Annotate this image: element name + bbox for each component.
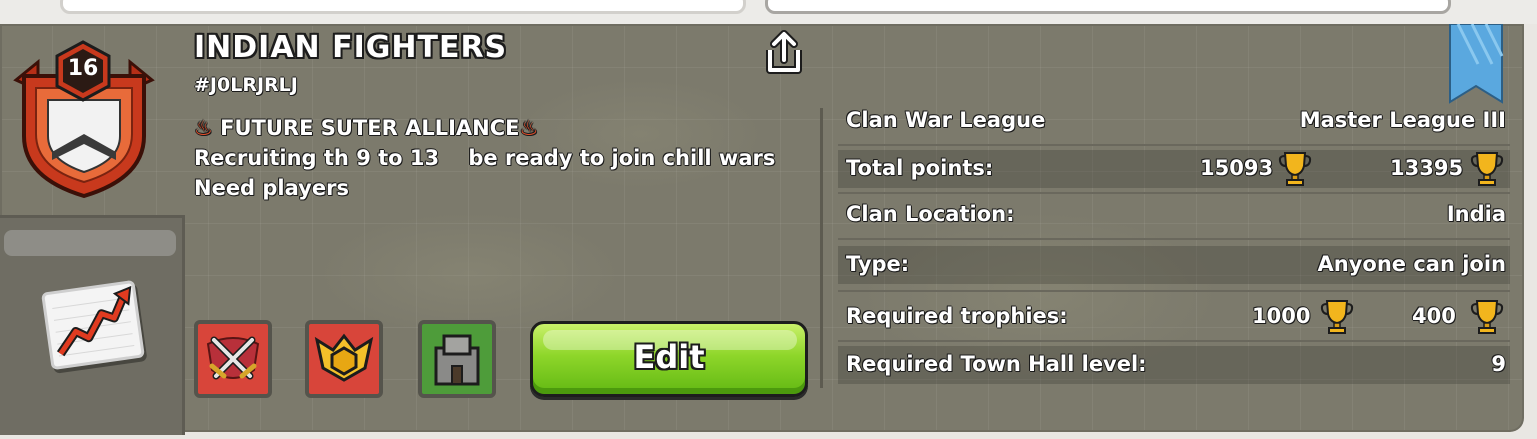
location-value: India — [1446, 202, 1506, 226]
tab-left[interactable] — [60, 0, 746, 14]
clan-war-league-button[interactable] — [305, 320, 383, 398]
description-line-2: Recruiting th 9 to 13 be ready to join c… — [194, 146, 776, 170]
column-divider — [820, 108, 823, 388]
required-trophies-row: Required trophies: 1000 400 — [838, 298, 1510, 336]
sidebar-bar — [4, 230, 176, 256]
clan-tag[interactable]: #J0LRJRLJ — [194, 74, 298, 96]
edit-button-label: Edit — [633, 338, 705, 376]
row-separator — [838, 144, 1510, 146]
required-trophies-builder: 400 — [1412, 304, 1456, 328]
trophy-icon — [1278, 150, 1312, 188]
row-separator — [838, 340, 1510, 342]
trend-chart-icon[interactable] — [41, 279, 145, 371]
top-bar — [0, 0, 1537, 24]
location-label: Clan Location: — [846, 202, 1015, 226]
share-icon[interactable] — [762, 30, 806, 76]
clan-level-hexagon: 16 — [54, 40, 112, 102]
total-points-row: Total points: 15093 13395 — [838, 150, 1510, 188]
clan-war-button[interactable] — [194, 320, 272, 398]
trophy-icon — [1470, 150, 1504, 188]
clan-type-row: Type: Anyone can join — [838, 246, 1510, 284]
type-value: Anyone can join — [1317, 252, 1506, 276]
total-points-label: Total points: — [846, 156, 994, 180]
clan-capital-button[interactable] — [418, 320, 496, 398]
total-points-builder: 13395 — [1390, 156, 1464, 180]
trophy-icon — [1470, 298, 1504, 336]
clan-location-row: Clan Location: India — [838, 196, 1510, 234]
war-league-label: Clan War League — [846, 108, 1046, 132]
tab-right[interactable] — [765, 0, 1451, 14]
total-points-main: 15093 — [1200, 156, 1274, 180]
clan-war-league-row: Clan War League Master League III — [838, 102, 1510, 140]
row-separator — [838, 192, 1510, 194]
war-league-value: Master League III — [1299, 108, 1506, 132]
row-separator — [838, 238, 1510, 240]
fire-icon: ♨ — [194, 116, 213, 140]
required-town-hall-value: 9 — [1491, 352, 1506, 376]
required-town-hall-row: Required Town Hall level: 9 — [838, 346, 1510, 384]
required-trophies-label: Required trophies: — [846, 304, 1068, 328]
type-label: Type: — [846, 252, 910, 276]
alliance-text: FUTURE SUTER ALLIANCE — [220, 116, 520, 140]
left-sidebar — [0, 215, 185, 435]
clan-level: 16 — [67, 56, 99, 81]
row-separator — [838, 290, 1510, 292]
clan-description: ♨ FUTURE SUTER ALLIANCE♨ Recruiting th 9… — [194, 113, 814, 203]
clan-badge: 16 — [8, 40, 160, 199]
required-trophies-main: 1000 — [1252, 304, 1311, 328]
trophy-icon — [1320, 298, 1354, 336]
required-town-hall-label: Required Town Hall level: — [846, 352, 1147, 376]
clan-name: INDIAN FIGHTERS — [194, 30, 508, 65]
edit-button[interactable]: Edit — [530, 321, 808, 397]
league-banner-icon — [1448, 23, 1504, 104]
description-line-1: ♨ FUTURE SUTER ALLIANCE♨ — [194, 113, 814, 143]
description-line-3: Need players — [194, 176, 349, 200]
fire-icon: ♨ — [519, 116, 539, 140]
